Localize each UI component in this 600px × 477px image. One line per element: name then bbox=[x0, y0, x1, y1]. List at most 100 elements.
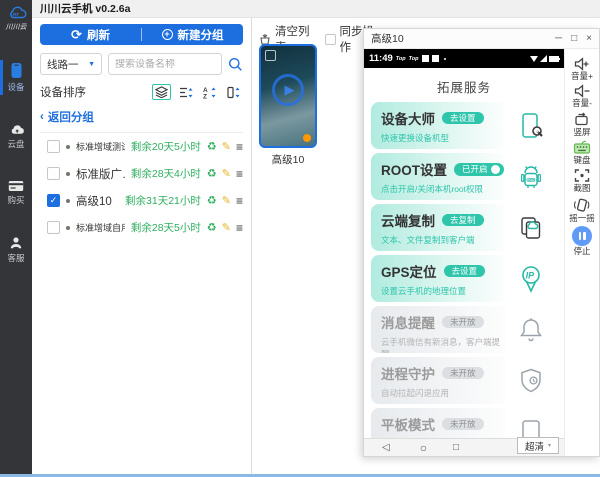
line-select[interactable]: 线路一 ▼ bbox=[40, 53, 102, 75]
service-card-tablet-mode[interactable]: 平板模式 未开放 恢复出厂后需点击更新状态 bbox=[371, 408, 557, 438]
renew-icon[interactable]: ♻ bbox=[207, 194, 217, 207]
service-title: GPS定位 bbox=[381, 261, 437, 281]
stop-button[interactable]: 停止 bbox=[572, 226, 592, 256]
device-checkbox[interactable] bbox=[47, 221, 60, 234]
sidebar-item-cloud-disk[interactable]: 云盘 bbox=[0, 117, 32, 156]
volume-down-button[interactable]: 音量- bbox=[572, 84, 592, 108]
go-settings-button[interactable]: 去设置 bbox=[444, 265, 486, 278]
minimize-icon[interactable]: ─ bbox=[555, 34, 562, 44]
sidebar-item-label: 客服 bbox=[7, 252, 24, 264]
shield-icon bbox=[505, 357, 557, 404]
not-open-badge: 未开放 bbox=[442, 316, 484, 329]
back-to-groups-link[interactable]: ‹ 返回分组 bbox=[40, 109, 243, 125]
device-checkbox[interactable]: ✓ bbox=[47, 194, 60, 207]
more-menu-icon[interactable]: ≡ bbox=[236, 167, 243, 181]
device-remaining: 剩余31天21小时 bbox=[125, 193, 201, 208]
nav-back-icon[interactable]: ◁ bbox=[382, 442, 390, 453]
edit-icon[interactable]: ✎ bbox=[222, 167, 231, 180]
device-row[interactable]: 标准增域自用 剩余28天5小时 ♻✎≡ bbox=[40, 214, 243, 241]
keyboard-button[interactable]: 键盘 bbox=[573, 140, 591, 165]
volume-up-button[interactable]: 音量+ bbox=[571, 57, 593, 81]
edit-icon[interactable]: ✎ bbox=[222, 140, 231, 153]
services-heading: 拓展服务 bbox=[364, 77, 564, 96]
volume-down-icon bbox=[574, 84, 591, 98]
renew-icon[interactable]: ♻ bbox=[207, 221, 217, 234]
device-checkbox[interactable] bbox=[47, 140, 60, 153]
sort-numeric-icon[interactable] bbox=[224, 84, 243, 100]
device-checkbox[interactable] bbox=[47, 167, 60, 180]
go-settings-button[interactable]: 去设置 bbox=[442, 112, 484, 125]
new-group-button[interactable]: + 新建分组 bbox=[142, 27, 243, 43]
shake-button[interactable]: 摇一摇 bbox=[569, 197, 595, 223]
root-toggle[interactable]: 已开启 bbox=[454, 163, 504, 176]
copy-cloud-icon bbox=[505, 204, 557, 251]
device-row[interactable]: ✓ 高级10 剩余31天21小时 ♻ ✎ ≡ bbox=[40, 187, 243, 214]
edit-icon[interactable]: ✎ bbox=[222, 194, 231, 207]
device-row[interactable]: 标准版广… 剩余28天4小时 ♻ ✎ ≡ bbox=[40, 160, 243, 187]
sidebar-item-label: 云盘 bbox=[7, 138, 24, 150]
status-dot bbox=[66, 199, 70, 203]
sidebar-item-support[interactable]: 客服 bbox=[0, 230, 32, 270]
refresh-label: 刷新 bbox=[87, 27, 110, 43]
search-box bbox=[108, 53, 222, 75]
device-name: 标准增域测试 bbox=[76, 140, 125, 153]
device-row[interactable]: 标准增域测试 剩余20天5小时 ♻✎≡ bbox=[40, 133, 243, 160]
phone-wrench-icon bbox=[505, 102, 557, 149]
search-icon[interactable] bbox=[228, 57, 243, 72]
sidebar-item-devices[interactable]: 设备 bbox=[0, 56, 32, 99]
notification-icon bbox=[422, 55, 429, 62]
phone-screen: 11:49 Top Top 拓展服务 bbox=[364, 49, 565, 456]
maximize-icon[interactable]: □ bbox=[571, 34, 577, 44]
more-menu-icon[interactable]: ≡ bbox=[236, 194, 243, 208]
nav-recents-icon[interactable]: □ bbox=[453, 442, 459, 453]
device-thumbnail[interactable]: ▶ bbox=[259, 44, 317, 148]
cloud-upload-icon bbox=[8, 123, 25, 136]
battery-icon bbox=[549, 56, 559, 62]
service-title: 进程守护 bbox=[381, 363, 435, 383]
sort-layers-icon[interactable] bbox=[152, 84, 171, 100]
edit-icon[interactable]: ✎ bbox=[222, 221, 231, 234]
app-logo: 川川云 bbox=[0, 0, 32, 38]
sort-list-icon[interactable] bbox=[176, 84, 195, 100]
app-title: 川川云手机 v0.2.6a bbox=[40, 1, 130, 16]
more-menu-icon[interactable]: ≡ bbox=[236, 221, 243, 235]
close-icon[interactable]: × bbox=[586, 34, 592, 44]
nav-home-icon[interactable]: ○ bbox=[420, 441, 427, 455]
service-desc: 点击开启/关闭本机root权限 bbox=[381, 183, 505, 195]
svg-text:ROOT: ROOT bbox=[527, 177, 536, 181]
search-input[interactable] bbox=[109, 59, 221, 70]
service-card-cloud-copy[interactable]: 云端复制 去复制 文本、文件复制到客户端 bbox=[371, 204, 557, 251]
service-card-gps[interactable]: GPS定位 去设置 设置云手机的地理位置 IP bbox=[371, 255, 557, 302]
service-card-root[interactable]: ROOT设置 已开启 点击开启/关闭本机root权限 ROOT bbox=[371, 153, 557, 200]
sort-alpha-icon[interactable]: AZ bbox=[200, 84, 219, 100]
sort-label: 设备排序 bbox=[40, 84, 86, 100]
service-card-message-alert[interactable]: 消息提醒 未开放 云手机微信有新消息，客户端提醒 bbox=[371, 306, 557, 353]
go-copy-button[interactable]: 去复制 bbox=[442, 214, 484, 227]
phone-window-titlebar[interactable]: 高级10 ─ □ × bbox=[364, 29, 599, 49]
service-card-device-master[interactable]: 设备大师 去设置 快速更换设备机型 bbox=[371, 102, 557, 149]
service-card-process-guard[interactable]: 进程守护 未开放 自动拉起闪退应用 bbox=[371, 357, 557, 404]
svg-text:Z: Z bbox=[203, 93, 207, 99]
sidebar-item-label: 设备 bbox=[7, 81, 24, 93]
device-name: 高级10 bbox=[76, 193, 119, 209]
quality-select[interactable]: 超清 ▾ bbox=[517, 437, 559, 454]
bell-icon bbox=[505, 306, 557, 353]
support-person-icon bbox=[9, 236, 23, 250]
play-icon[interactable]: ▶ bbox=[272, 74, 304, 106]
renew-icon[interactable]: ♻ bbox=[207, 167, 217, 180]
device-name: 标准版广… bbox=[76, 166, 125, 182]
sidebar: 川川云 设备 云盘 购买 客服 bbox=[0, 0, 32, 474]
device-remaining: 剩余28天5小时 bbox=[131, 220, 201, 235]
sidebar-item-buy[interactable]: 购买 bbox=[0, 174, 32, 212]
service-title: 云端复制 bbox=[381, 210, 435, 230]
device-remaining: 剩余28天4小时 bbox=[131, 166, 201, 181]
clock: 11:49 bbox=[369, 53, 393, 64]
screenshot-button[interactable]: 截图 bbox=[573, 168, 590, 193]
thumbnail-checkbox[interactable] bbox=[265, 50, 276, 61]
more-menu-icon[interactable]: ≡ bbox=[236, 140, 243, 154]
refresh-button[interactable]: ⟳ 刷新 bbox=[40, 27, 141, 43]
sync-checkbox[interactable] bbox=[325, 34, 336, 45]
renew-icon[interactable]: ♻ bbox=[207, 140, 217, 153]
rotate-screen-button[interactable]: 竖屏 bbox=[573, 112, 590, 137]
thumbnail-label: 高级10 bbox=[259, 152, 317, 167]
